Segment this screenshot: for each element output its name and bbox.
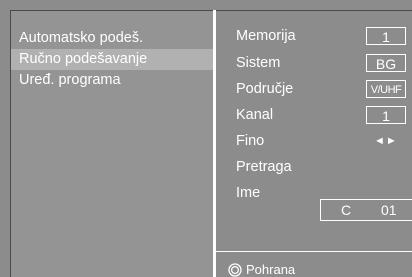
- sistem-label: Sistem: [236, 55, 281, 71]
- kanal-label: Kanal: [236, 107, 274, 123]
- ime-value-prefix: C: [341, 202, 352, 218]
- tv-osd-menu: Automatsko podeš. Ručno podešavanje Uređ…: [0, 0, 412, 277]
- pretraga-label[interactable]: Pretraga: [236, 158, 292, 176]
- menu-item-label: Automatsko podeš.: [19, 30, 144, 46]
- menu-item-automatsko-podesavanje[interactable]: Automatsko podeš.: [11, 28, 214, 49]
- manual-tuning-panel: Memorija 1 Sistem BG Područje V/UHF Kana…: [216, 10, 412, 277]
- kanal-value[interactable]: 1: [366, 106, 406, 124]
- memorija-value[interactable]: 1: [366, 27, 406, 45]
- fino-label: Fino: [236, 133, 265, 149]
- menu-item-rucno-podesavanje[interactable]: Ručno podešavanje: [11, 49, 214, 70]
- ime-value-field[interactable]: C 01: [320, 199, 412, 221]
- menu-item-label: Uređ. programa: [19, 72, 121, 88]
- fine-tune-arrows-icon[interactable]: ◄►: [374, 132, 398, 150]
- ime-value-number: 01: [381, 202, 397, 218]
- podrucje-value[interactable]: V/UHF: [366, 80, 406, 98]
- footer-divider: [216, 251, 412, 252]
- setup-menu-panel: Automatsko podeš. Ručno podešavanje Uređ…: [10, 10, 214, 277]
- ok-button-icon: [228, 263, 242, 277]
- podrucje-label: Područje: [236, 81, 294, 97]
- sistem-value[interactable]: BG: [366, 54, 406, 72]
- memorija-label: Memorija: [236, 28, 296, 44]
- store-label: Pohrana: [246, 262, 296, 277]
- menu-item-label: Ručno podešavanje: [19, 51, 148, 67]
- menu-item-uredivanje-programa[interactable]: Uređ. programa: [11, 70, 214, 91]
- ime-label: Ime: [236, 185, 261, 201]
